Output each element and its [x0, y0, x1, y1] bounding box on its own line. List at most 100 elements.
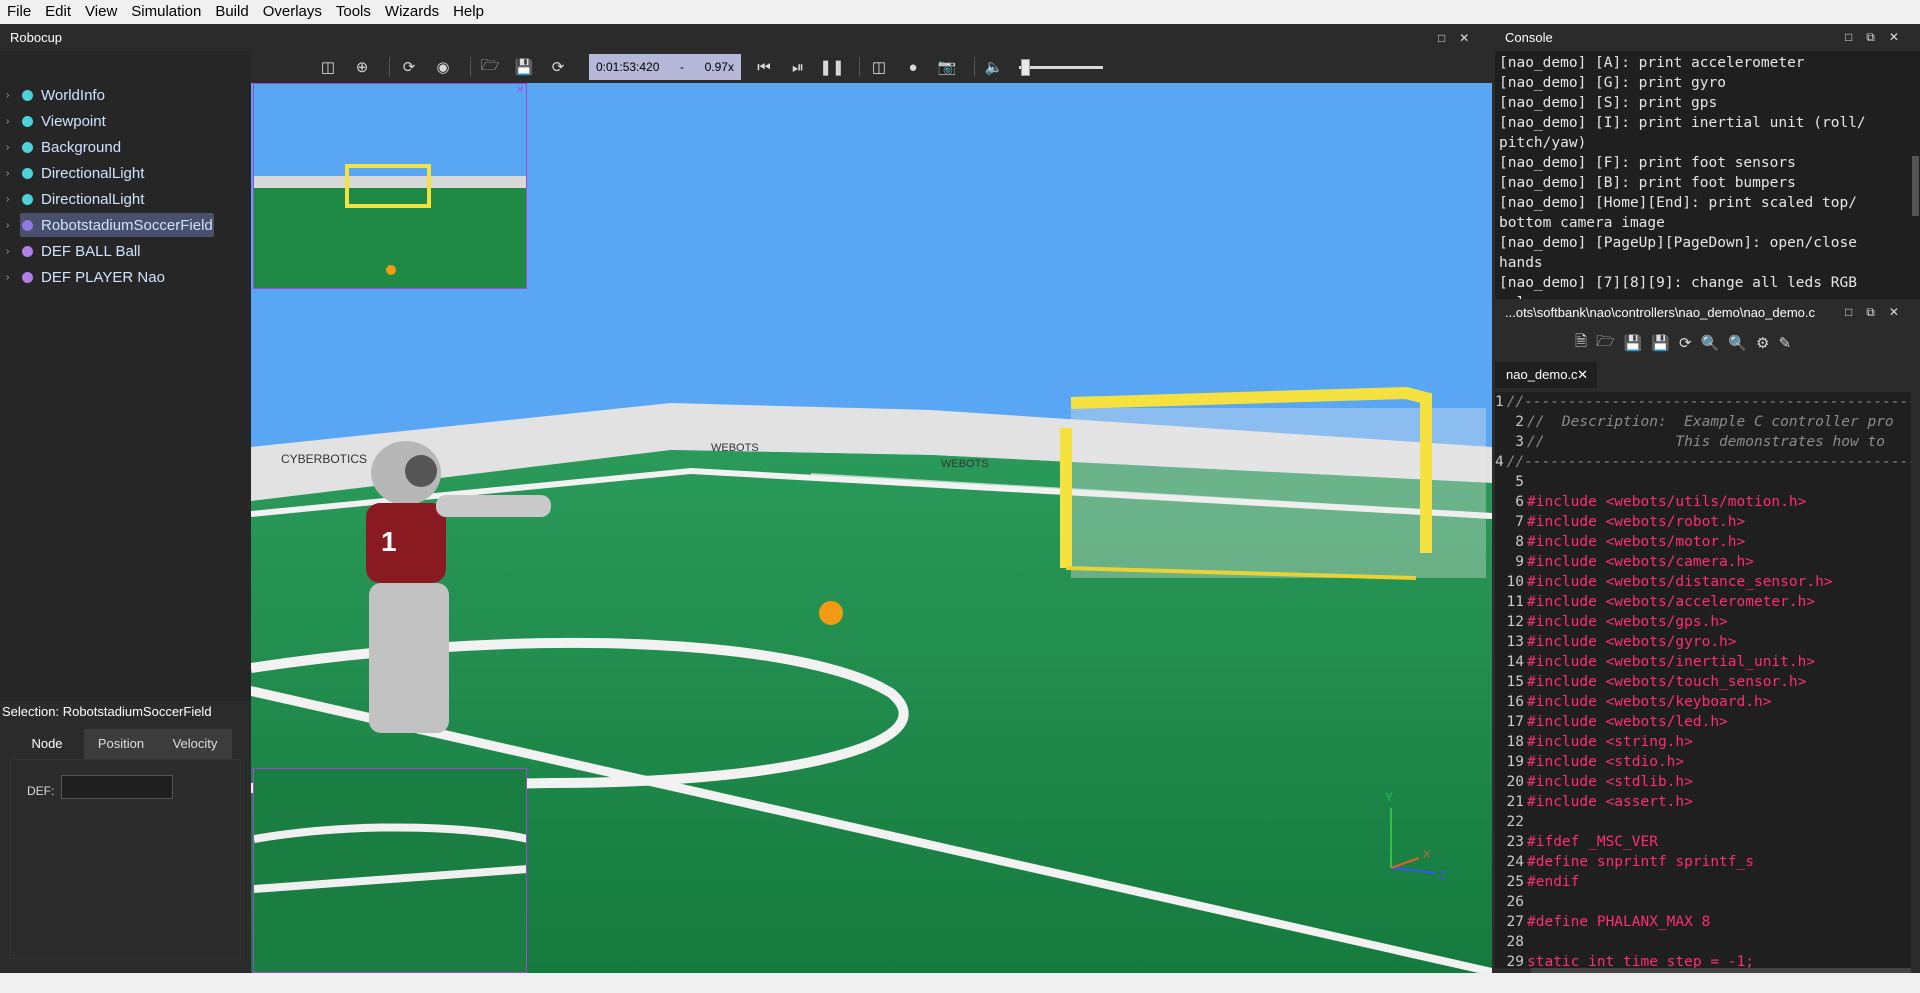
- close-tab-icon[interactable]: ✕: [1577, 362, 1588, 388]
- close-icon[interactable]: ✕: [1889, 24, 1899, 51]
- pause-icon[interactable]: ❚❚: [819, 54, 845, 80]
- code-text: #include <webots/touch_sensor.h>: [1527, 674, 1807, 690]
- simulation-speed: 0.97x: [704, 60, 734, 74]
- replace-icon[interactable]: 🔍: [1728, 334, 1747, 352]
- console-output[interactable]: [nao_demo] [A]: print accelerometer [nao_…: [1495, 51, 1911, 299]
- line-number: 25: [1506, 874, 1524, 890]
- menu-edit[interactable]: Edit: [38, 0, 78, 24]
- revert-icon[interactable]: ⟳: [1679, 334, 1692, 352]
- maximize-icon[interactable]: □: [1845, 24, 1852, 51]
- expand-arrow-icon[interactable]: ›: [6, 220, 18, 231]
- menu-overlays[interactable]: Overlays: [256, 0, 329, 24]
- expand-arrow-icon[interactable]: ›: [6, 272, 18, 283]
- tab-position[interactable]: Position: [84, 729, 158, 759]
- menu-view[interactable]: View: [78, 0, 124, 24]
- viewpoint-follow-icon[interactable]: ⟳: [396, 54, 422, 80]
- close-icon[interactable]: ✕: [1459, 31, 1469, 45]
- console-scrollbar[interactable]: [1911, 51, 1920, 299]
- console-line: [nao_demo] [S]: print gps: [1499, 95, 1718, 111]
- menu-help[interactable]: Help: [446, 0, 491, 24]
- line-number: 23: [1506, 834, 1524, 850]
- save-as-icon[interactable]: 💾: [1651, 334, 1670, 352]
- eye-icon[interactable]: ◉: [430, 54, 456, 80]
- console-title-bar: Console □ ⧉ ✕: [1495, 24, 1920, 51]
- def-input[interactable]: [61, 775, 173, 799]
- axis-x-label: X: [1423, 849, 1431, 861]
- tree-item[interactable]: › Background: [0, 134, 251, 160]
- float-icon[interactable]: ⧉: [1866, 24, 1875, 51]
- volume-slider-knob[interactable]: [1021, 59, 1030, 76]
- record-animation-icon[interactable]: ●: [900, 54, 926, 80]
- code-editor[interactable]: 1//-------------------------------------…: [1495, 392, 1911, 968]
- expand-arrow-icon[interactable]: ›: [6, 142, 18, 153]
- reload-world-icon[interactable]: ⟳: [545, 54, 571, 80]
- tab-nao-demo-c[interactable]: nao_demo.c ✕: [1495, 362, 1597, 388]
- tab-velocity[interactable]: Velocity: [158, 729, 232, 759]
- save-world-icon[interactable]: 💾: [511, 54, 537, 80]
- maximize-icon[interactable]: □: [1438, 31, 1445, 45]
- tree-item[interactable]: › Viewpoint: [0, 108, 251, 134]
- code-line: 1//-------------------------------------…: [1495, 392, 1911, 412]
- camera-overlay-top[interactable]: ✕: [253, 83, 527, 289]
- tree-item[interactable]: › DirectionalLight: [0, 160, 251, 186]
- tree-item[interactable]: › DEF PLAYER Nao: [0, 264, 251, 290]
- record-movie-icon[interactable]: ◫: [866, 54, 892, 80]
- add-node-icon[interactable]: ⊕: [349, 54, 375, 80]
- code-text: #define PHALANX_MAX 8: [1527, 914, 1711, 930]
- expand-arrow-icon[interactable]: ›: [6, 116, 18, 127]
- node-icon: [22, 271, 33, 283]
- find-icon[interactable]: 🔍: [1701, 334, 1720, 352]
- line-number: 12: [1506, 614, 1524, 630]
- maximize-icon[interactable]: □: [1845, 299, 1852, 326]
- code-line: 26: [1495, 892, 1911, 912]
- line-number: 21: [1506, 794, 1524, 810]
- expand-arrow-icon[interactable]: ›: [6, 168, 18, 179]
- expand-arrow-icon[interactable]: ›: [6, 246, 18, 257]
- line-number: 29: [1506, 954, 1524, 968]
- hide-scene-tree-icon[interactable]: ◫: [315, 54, 341, 80]
- new-file-icon[interactable]: 🗎: [1575, 331, 1587, 356]
- expand-arrow-icon[interactable]: ›: [6, 90, 18, 101]
- reset-simulation-icon[interactable]: ⏮: [751, 54, 777, 80]
- tree-item-label: Background: [41, 138, 122, 156]
- menu-tools[interactable]: Tools: [329, 0, 378, 24]
- build-settings-icon[interactable]: ⚙: [1756, 334, 1769, 352]
- code-line: 8 #include <webots/motor.h>: [1495, 532, 1911, 552]
- field-editor: Node Position Velocity DEF:: [0, 723, 251, 973]
- console-line: [nao_demo] [A]: print accelerometer: [1499, 55, 1805, 71]
- tree-item[interactable]: › DirectionalLight: [0, 186, 251, 212]
- menu-wizards[interactable]: Wizards: [378, 0, 446, 24]
- menu-file[interactable]: File: [0, 0, 38, 24]
- code-line: 21 #include <assert.h>: [1495, 792, 1911, 812]
- node-icon: [22, 89, 33, 101]
- menu-build[interactable]: Build: [208, 0, 255, 24]
- tab-node[interactable]: Node: [10, 729, 84, 759]
- save-file-icon[interactable]: 💾: [1624, 334, 1643, 352]
- line-number: 24: [1506, 854, 1524, 870]
- menu-simulation[interactable]: Simulation: [124, 0, 208, 24]
- scene-tree-title: Robocup: [0, 24, 251, 51]
- close-icon[interactable]: ✕: [1889, 299, 1899, 326]
- screenshot-icon[interactable]: 📷: [934, 54, 960, 80]
- tree-item-label: WorldInfo: [41, 86, 105, 104]
- tree-item[interactable]: › WorldInfo: [0, 82, 251, 108]
- expand-arrow-icon[interactable]: ›: [6, 194, 18, 205]
- line-number: 7: [1515, 514, 1524, 530]
- float-icon[interactable]: ⧉: [1866, 299, 1875, 326]
- line-number: 20: [1506, 774, 1524, 790]
- camera-overlay-bottom[interactable]: [253, 768, 527, 973]
- code-line: 10 #include <webots/distance_sensor.h>: [1495, 572, 1911, 592]
- mute-icon[interactable]: 🔈: [981, 54, 1007, 80]
- clean-icon[interactable]: ✎: [1778, 334, 1791, 352]
- scene-tree: › WorldInfo › Viewpoint › Background › Directio…: [0, 82, 251, 290]
- volume-slider[interactable]: [1019, 57, 1103, 77]
- tree-item[interactable]: › RobotstadiumSoccerField: [0, 212, 251, 238]
- tree-item[interactable]: › DEF BALL Ball: [0, 238, 251, 264]
- node-icon: [22, 167, 33, 179]
- open-world-icon[interactable]: 🗁: [477, 54, 503, 80]
- code-text: #include <assert.h>: [1527, 794, 1693, 810]
- scrollbar-thumb[interactable]: [1912, 156, 1919, 216]
- line-number: 5: [1515, 474, 1524, 490]
- open-file-icon[interactable]: 🗁: [1596, 331, 1615, 356]
- step-icon[interactable]: ⏯: [785, 54, 811, 80]
